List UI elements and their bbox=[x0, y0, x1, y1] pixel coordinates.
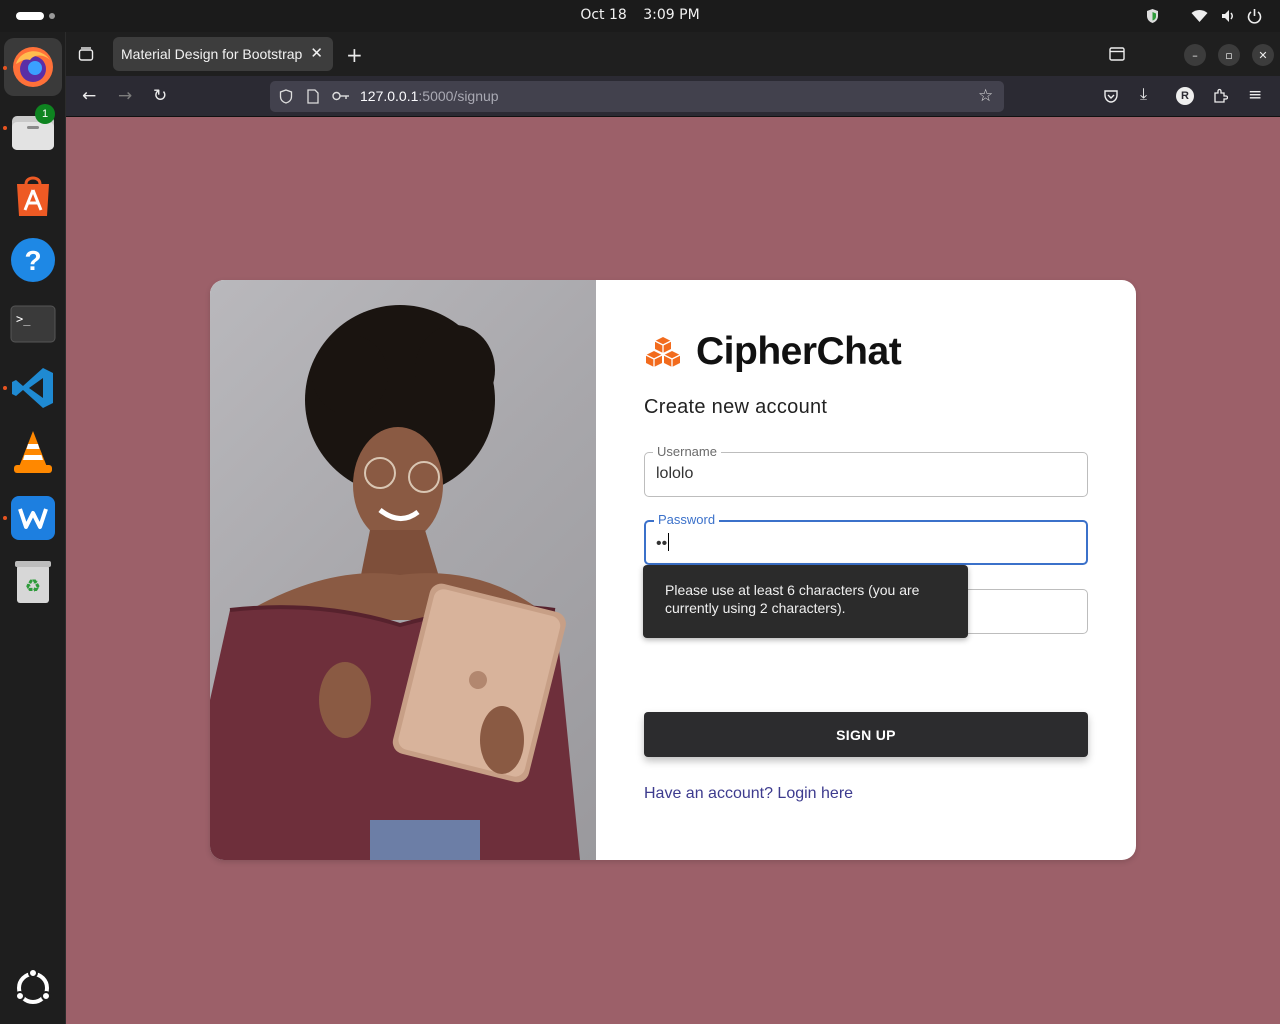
tab-title: Material Design for Bootstrap bbox=[121, 46, 303, 62]
downloads-icon[interactable]: ⤓ bbox=[1140, 84, 1147, 104]
password-value-wrapper: •• bbox=[656, 533, 670, 553]
maximize-icon[interactable]: ▫ bbox=[1218, 44, 1240, 66]
firefox-icon bbox=[13, 47, 53, 87]
files-notification-badge: 1 bbox=[35, 104, 55, 124]
brand-name: CipherChat bbox=[696, 330, 902, 373]
dock-app-center[interactable] bbox=[9, 172, 57, 220]
dock-webstorm[interactable] bbox=[9, 494, 57, 542]
password-field[interactable]: Password •• bbox=[644, 512, 1088, 565]
webstorm-running-indicator bbox=[3, 516, 7, 520]
back-icon[interactable]: ← bbox=[82, 86, 96, 106]
webstorm-icon bbox=[11, 496, 55, 540]
volume-icon[interactable] bbox=[1221, 9, 1236, 23]
page-info-icon[interactable] bbox=[307, 89, 319, 104]
brand: CipherChat bbox=[644, 330, 1088, 374]
vlc-icon bbox=[14, 431, 52, 473]
firefox-running-indicator bbox=[3, 66, 7, 70]
dock-vlc[interactable] bbox=[9, 428, 57, 476]
url-host: 127.0.0.1 bbox=[360, 88, 419, 104]
new-tab-icon[interactable]: + bbox=[346, 43, 363, 67]
dock-show-apps[interactable] bbox=[9, 964, 57, 1012]
key-icon[interactable] bbox=[332, 91, 350, 101]
cubes-logo-icon bbox=[645, 337, 681, 367]
dock-help[interactable]: ? bbox=[9, 236, 57, 284]
svg-text:♻: ♻ bbox=[25, 576, 41, 597]
tab-close-icon[interactable]: ✕ bbox=[310, 44, 323, 62]
menu-icon[interactable]: ≡ bbox=[1248, 85, 1262, 105]
app-center-icon bbox=[17, 176, 49, 216]
signup-button[interactable]: SIGN UP bbox=[644, 712, 1088, 757]
pocket-icon[interactable] bbox=[1104, 89, 1118, 103]
help-icon: ? bbox=[11, 238, 55, 282]
dock-trash[interactable]: ♻ bbox=[9, 558, 57, 606]
tab-active[interactable]: Material Design for Bootstrap ✕ bbox=[113, 37, 333, 71]
hero-photo bbox=[210, 280, 596, 860]
url-bar[interactable]: 127.0.0.1:5000/signup ☆ bbox=[270, 81, 1004, 112]
ubuntu-apps-icon bbox=[15, 968, 51, 1004]
url-text[interactable]: 127.0.0.1:5000/signup bbox=[360, 88, 499, 104]
woman-with-tablet-image bbox=[210, 305, 580, 860]
dock-vscode[interactable] bbox=[9, 364, 57, 412]
validation-tooltip: Please use at least 6 characters (you ar… bbox=[643, 565, 968, 638]
dock-firefox[interactable] bbox=[4, 38, 62, 96]
security-shield-icon[interactable] bbox=[1145, 8, 1160, 24]
svg-text:>_: >_ bbox=[16, 312, 31, 326]
username-value: lololo bbox=[656, 465, 694, 482]
username-label: Username bbox=[653, 444, 721, 460]
system-top-bar: Oct 18 3:09 PM bbox=[0, 0, 1280, 32]
close-window-icon[interactable]: ✕ bbox=[1252, 44, 1274, 66]
browser-tab-strip: Material Design for Bootstrap ✕ + – ▫ ✕ bbox=[66, 32, 1280, 76]
bookmark-star-icon[interactable]: ☆ bbox=[978, 86, 993, 106]
password-label: Password bbox=[654, 512, 720, 528]
signup-form: CipherChat Create new account Username l… bbox=[644, 330, 1088, 802]
clock[interactable]: Oct 18 3:09 PM bbox=[0, 7, 1280, 23]
password-value: •• bbox=[656, 535, 668, 552]
tracking-shield-icon[interactable] bbox=[279, 89, 293, 104]
trash-icon: ♻ bbox=[15, 561, 51, 603]
page-title: Create new account bbox=[644, 396, 828, 418]
svg-text:?: ? bbox=[24, 245, 41, 276]
forward-icon[interactable]: → bbox=[118, 86, 132, 106]
dock: 1 ? >_ ♻ bbox=[0, 32, 66, 1024]
dock-terminal[interactable]: >_ bbox=[9, 300, 57, 348]
account-avatar[interactable]: R bbox=[1176, 87, 1194, 105]
window-list-icon[interactable] bbox=[1109, 47, 1125, 61]
files-running-indicator bbox=[3, 126, 7, 130]
login-link[interactable]: Have an account? Login here bbox=[644, 785, 853, 803]
dock-files[interactable]: 1 bbox=[9, 104, 57, 156]
wifi-icon[interactable] bbox=[1191, 9, 1208, 23]
reload-icon[interactable]: ↻ bbox=[153, 86, 167, 106]
extensions-icon[interactable] bbox=[1212, 88, 1228, 104]
terminal-icon: >_ bbox=[10, 305, 56, 343]
url-path: :5000/signup bbox=[418, 88, 499, 104]
minimize-icon[interactable]: – bbox=[1184, 44, 1206, 66]
clock-date: Oct 18 bbox=[580, 7, 627, 23]
browser-navbar: ← → ↻ 127.0.0.1:5000/signup ☆ ⤓ R ≡ bbox=[66, 76, 1280, 117]
vscode-running-indicator bbox=[3, 386, 7, 390]
username-field[interactable]: Username lololo bbox=[644, 444, 1088, 497]
tab-overview-icon[interactable] bbox=[78, 46, 94, 62]
vscode-icon bbox=[12, 368, 53, 408]
clock-time: 3:09 PM bbox=[643, 7, 700, 23]
text-caret bbox=[668, 533, 670, 551]
power-icon[interactable] bbox=[1247, 8, 1262, 24]
